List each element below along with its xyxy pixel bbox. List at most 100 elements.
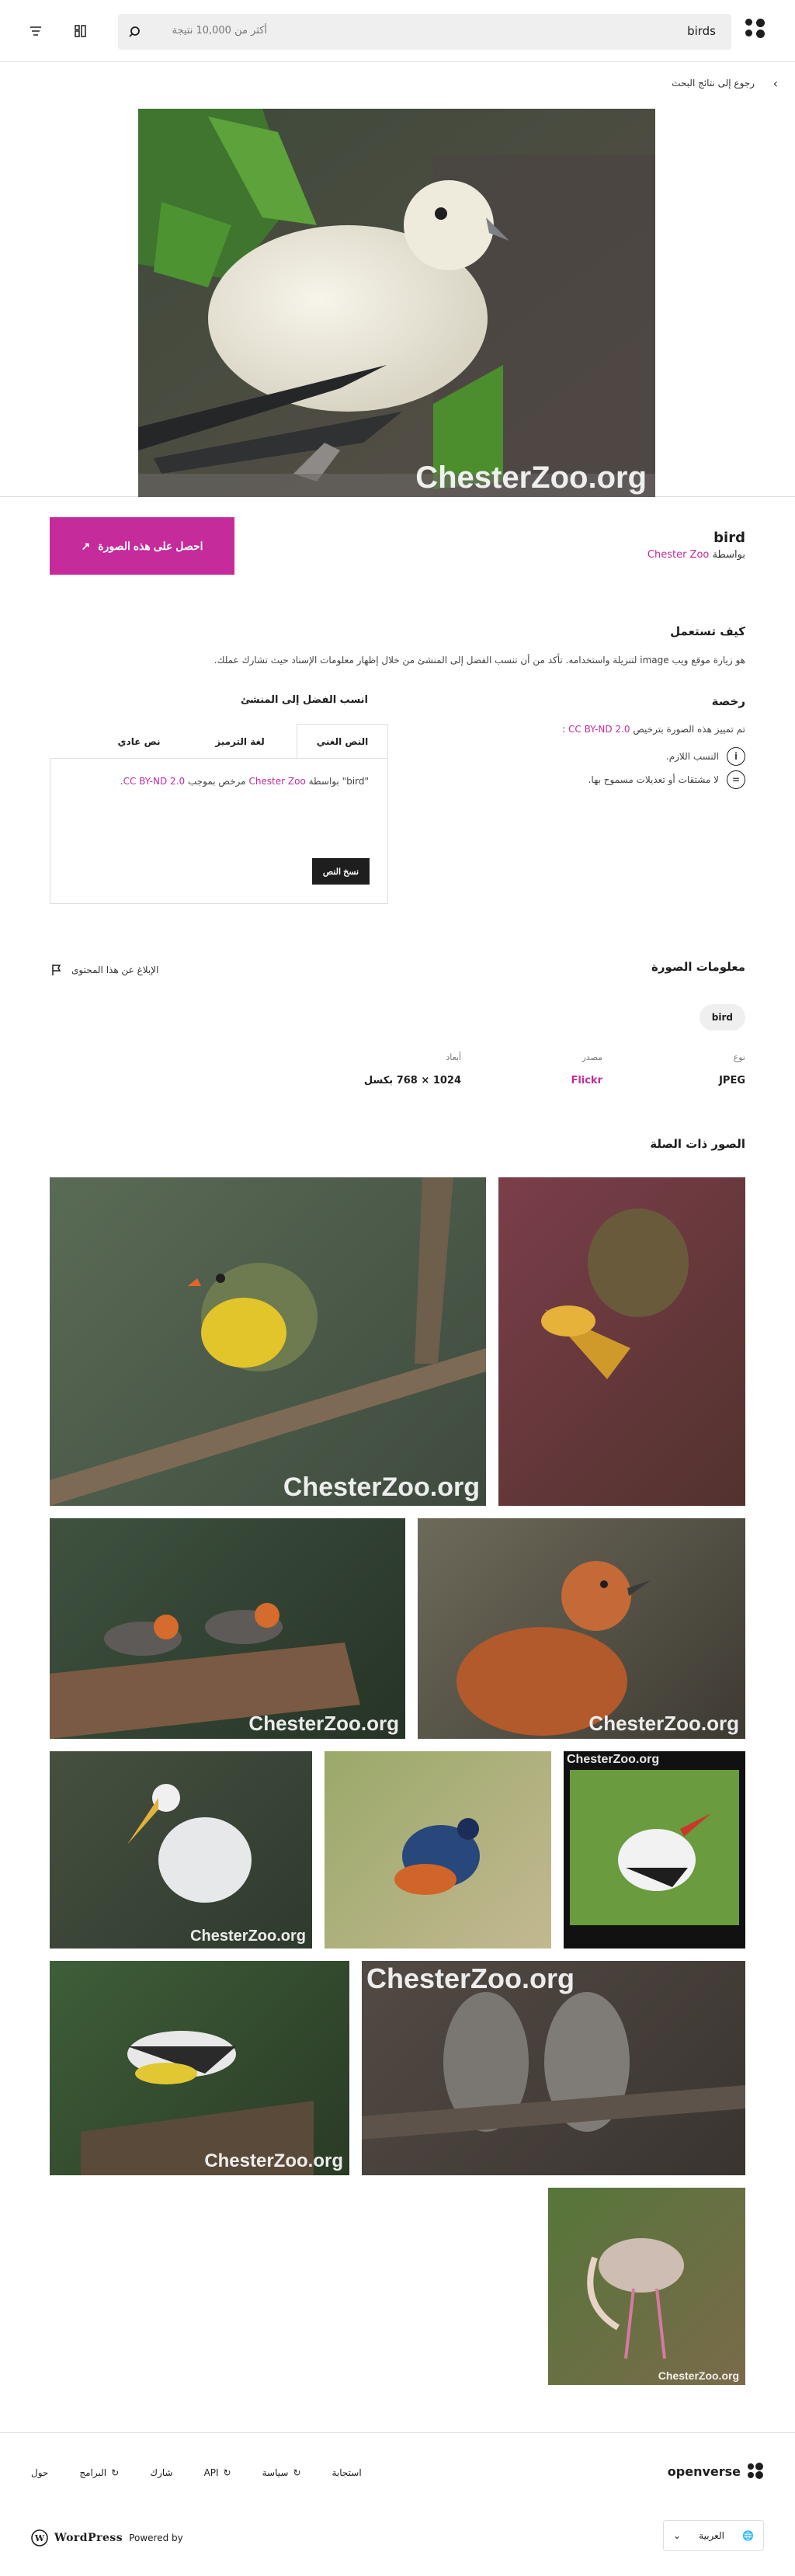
footer-brand: openverse	[667, 2463, 741, 2479]
external-link-icon: ↗	[81, 539, 91, 552]
result-count: أكثر من 10,000 نتيجة	[172, 25, 268, 37]
related-image[interactable]: ChesterZoo.org	[362, 1961, 745, 2175]
tag-chip[interactable]: bird	[699, 1004, 745, 1031]
image-title: bird	[713, 530, 745, 546]
openverse-logo[interactable]	[745, 19, 765, 39]
related-watermark: ChesterZoo.org	[283, 1472, 480, 1502]
report-content-link[interactable]: الإبلاغ عن هذا المحتوى	[50, 963, 158, 977]
license-link[interactable]: CC BY-ND 2.0	[568, 724, 630, 735]
related-image[interactable]: ChesterZoo.org	[564, 1751, 745, 1949]
site-header: birds أكثر من 10,000 نتيجة	[0, 0, 795, 62]
wordpress-icon: W	[31, 2529, 48, 2546]
sidebar-icon	[75, 25, 86, 37]
related-image-graphic	[50, 1177, 486, 1506]
footer-nav-policy[interactable]: ↻ سياسة	[262, 2467, 301, 2478]
menu-button[interactable]	[23, 19, 48, 43]
svg-text:W: W	[34, 2533, 45, 2543]
info-type-label: نوع	[733, 1052, 745, 1062]
attribution-icon: i	[727, 747, 745, 766]
related-image[interactable]	[498, 1177, 745, 1506]
license-text: تم تمييز هذه الصورة بترخيص	[633, 724, 745, 735]
related-image[interactable]: ChesterZoo.org	[50, 1177, 486, 1506]
related-image[interactable]: ChesterZoo.org	[50, 1961, 349, 2175]
related-watermark: ChesterZoo.org	[190, 1928, 306, 1945]
related-watermark: ChesterZoo.org	[204, 2150, 343, 2171]
attribution-heading: انسب الفضل إلى المنشئ	[241, 694, 369, 706]
back-to-results-link[interactable]: › رجوع إلى نتائج البحث	[672, 76, 778, 91]
search-button[interactable]	[118, 14, 154, 50]
image-info-heading: معلومات الصورة	[651, 960, 745, 974]
related-watermark: ChesterZoo.org	[588, 1712, 739, 1735]
openverse-icon	[748, 2463, 763, 2479]
get-image-button[interactable]: احصل على هذه الصورة ↗	[50, 517, 234, 575]
tab-rich-text[interactable]: النص الغني	[297, 724, 388, 759]
creator-link[interactable]: Chester Zoo	[647, 549, 709, 561]
main-image-area: ChesterZoo.org	[0, 109, 795, 497]
attribution-text: "bird" بواسطة Chester Zoo مرخص بموجب CC …	[120, 776, 369, 787]
no-derivatives-icon: =	[727, 770, 745, 789]
language-select[interactable]: 🌐 العربية ⌄	[663, 2520, 764, 2551]
related-image[interactable]: ChesterZoo.org	[50, 1751, 312, 1949]
related-image[interactable]: ChesterZoo.org	[548, 2188, 745, 2385]
related-image[interactable]: ChesterZoo.org	[418, 1518, 745, 1739]
related-image-graphic	[570, 1770, 739, 1925]
content-settings-button[interactable]	[68, 19, 93, 43]
wordpress-wordmark: WordPress	[54, 2532, 123, 2544]
external-link-icon: ↻	[223, 2467, 231, 2478]
footer-nav-feedback[interactable]: استجابة	[332, 2467, 362, 2478]
powered-by-wordpress[interactable]: W WordPress Powered by	[31, 2529, 183, 2546]
tab-plain-text[interactable]: نص عادي	[96, 724, 182, 759]
search-icon	[129, 26, 140, 37]
related-watermark: ChesterZoo.org	[658, 2369, 739, 2382]
related-image-graphic	[394, 1818, 480, 1895]
external-link-icon: ↻	[111, 2467, 120, 2478]
related-image-graphic	[587, 2238, 684, 2359]
main-image[interactable]: ChesterZoo.org	[138, 109, 655, 497]
attribution-tabs: النص الغني لغة الترميز نص عادي	[50, 724, 388, 759]
footer-logo[interactable]: openverse	[668, 2463, 764, 2480]
license-item-no-derivatives: = لا مشتقات أو تعديلات مسموح بها.	[588, 770, 745, 789]
footer-nav-api[interactable]: ↻ API	[204, 2467, 231, 2478]
related-image[interactable]	[325, 1751, 551, 1949]
footer-nav-sources[interactable]: ↻ البرامج	[79, 2467, 119, 2478]
attribution-creator-link[interactable]: Chester Zoo	[248, 776, 305, 787]
related-images-heading: الصور ذات الصلة	[650, 1137, 745, 1151]
info-type-value: JPEG	[719, 1075, 745, 1086]
related-image-graphic	[50, 1603, 360, 1739]
footer-nav-share[interactable]: شارك	[150, 2467, 172, 2478]
tab-html[interactable]: لغة الترميز	[189, 724, 290, 759]
by-prefix: بواسطة	[712, 549, 745, 561]
report-label: الإبلاغ عن هذا المحتوى	[71, 965, 159, 975]
copy-text-button[interactable]: نسخ النص	[312, 858, 370, 885]
license-item-attribution: i النسب اللازم.	[666, 747, 745, 766]
how-to-use-text: هو زيارة موقع ويب image لتنزيلة واستخدام…	[214, 655, 745, 666]
license-item-label: لا مشتقات أو تعديلات مسموح بها.	[588, 774, 719, 785]
how-to-use-heading: كيف تستعمل	[670, 624, 745, 638]
search-input[interactable]: birds	[687, 24, 716, 38]
footer-nav: حول ↻ البرامج شارك ↻ API ↻ سياسة استجابة	[31, 2467, 362, 2478]
image-watermark: ChesterZoo.org	[415, 461, 647, 495]
chevron-right-icon: ›	[772, 76, 778, 91]
site-footer: openverse حول ↻ البرامج شارك ↻ API ↻ سياسة …	[0, 2432, 795, 2576]
related-image[interactable]: ChesterZoo.org	[50, 1518, 405, 1739]
language-label: العربية	[699, 2530, 724, 2541]
info-dimensions-label: أبعاد	[446, 1052, 461, 1062]
license-statement: تم تمييز هذه الصورة بترخيص CC BY-ND 2.0 …	[562, 724, 745, 735]
flag-icon	[52, 965, 61, 975]
info-source-label: مصدر	[581, 1052, 602, 1062]
external-link-icon: ↻	[293, 2467, 301, 2478]
license-heading: رخصة	[711, 694, 745, 708]
related-watermark: ChesterZoo.org	[366, 1962, 575, 1994]
image-byline: بواسطة Chester Zoo	[647, 549, 745, 561]
powered-by-label: Powered by	[129, 2533, 183, 2543]
related-watermark: ChesterZoo.org	[248, 1712, 399, 1735]
info-source-link[interactable]: Flickr	[571, 1075, 602, 1086]
globe-icon: 🌐	[742, 2530, 754, 2541]
menu-icon	[30, 26, 41, 36]
search-bar[interactable]: birds أكثر من 10,000 نتيجة	[118, 14, 731, 50]
related-image-graphic	[127, 1784, 252, 1903]
related-watermark: ChesterZoo.org	[567, 1753, 660, 1766]
license-item-label: النسب اللازم.	[665, 751, 719, 762]
footer-nav-about[interactable]: حول	[31, 2467, 48, 2478]
attribution-license-link[interactable]: CC BY-ND 2.0	[123, 776, 186, 787]
